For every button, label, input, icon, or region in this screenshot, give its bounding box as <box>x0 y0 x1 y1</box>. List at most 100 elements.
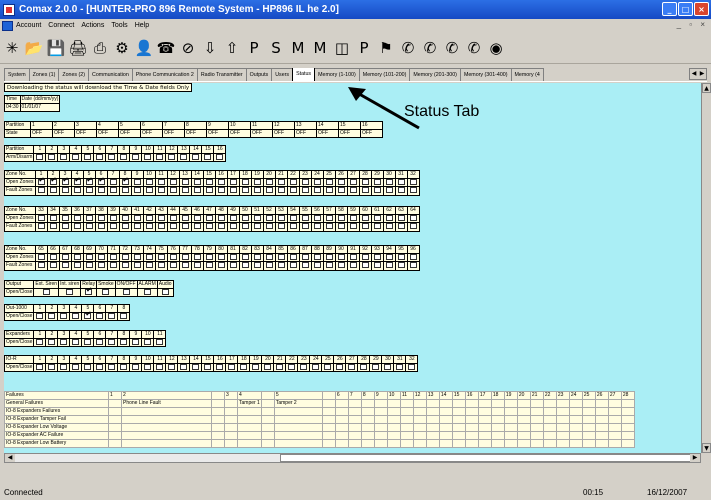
fault-zone-checkbox[interactable] <box>373 187 381 194</box>
fault-zone-checkbox[interactable] <box>385 187 393 194</box>
tab-system[interactable]: System <box>4 68 30 81</box>
new-icon[interactable]: ✳ <box>3 38 21 58</box>
io8-checkbox[interactable] <box>84 364 92 370</box>
fault-zone-checkbox[interactable] <box>49 187 57 194</box>
io8-checkbox[interactable] <box>276 364 284 370</box>
arm-disarm-checkbox[interactable] <box>48 154 56 160</box>
io8-checkbox[interactable] <box>384 364 392 370</box>
output-checkbox[interactable] <box>85 287 93 295</box>
fault-zone-checkbox[interactable] <box>61 187 69 194</box>
program-p-icon[interactable]: P <box>245 38 263 58</box>
io8-checkbox[interactable] <box>144 364 152 370</box>
arm-disarm-checkbox[interactable] <box>108 154 116 160</box>
open-zone-checkbox[interactable] <box>229 179 237 185</box>
expanders-checkbox[interactable] <box>108 339 116 345</box>
tab-zones-2-[interactable]: Zones (2) <box>58 68 90 81</box>
fault-zone-checkbox[interactable] <box>85 187 93 194</box>
open-zone-checkbox[interactable] <box>253 254 261 260</box>
fault-zone-checkbox[interactable] <box>157 223 165 230</box>
io8-checkbox[interactable] <box>312 364 320 370</box>
open-zone-checkbox[interactable] <box>205 215 213 221</box>
program-m-icon[interactable]: M <box>289 38 307 58</box>
fault-zone-checkbox[interactable] <box>301 223 309 230</box>
vertical-scrollbar[interactable]: ▲ ▼ <box>701 83 711 453</box>
open-zone-checkbox[interactable] <box>109 215 117 221</box>
tab-outputs[interactable]: Outputs <box>245 68 273 81</box>
menu-help[interactable]: Help <box>135 22 149 29</box>
open-zone-checkbox[interactable] <box>409 215 417 221</box>
fault-zone-checkbox[interactable] <box>109 223 117 230</box>
open-zone-checkbox[interactable] <box>181 179 189 185</box>
io8-checkbox[interactable] <box>168 364 176 370</box>
io8-checkbox[interactable] <box>408 364 416 370</box>
open-zone-checkbox[interactable] <box>277 215 285 221</box>
fault-zone-checkbox[interactable] <box>361 223 369 230</box>
expanders-checkbox[interactable] <box>48 339 56 345</box>
open-zone-checkbox[interactable] <box>193 179 201 185</box>
expanders-checkbox[interactable] <box>60 339 68 345</box>
fault-zone-checkbox[interactable] <box>385 223 393 230</box>
save-icon[interactable]: 💾 <box>47 38 66 58</box>
tab-users[interactable]: Users <box>271 68 294 81</box>
open-zone-checkbox[interactable] <box>361 215 369 221</box>
io8-checkbox[interactable] <box>180 364 188 370</box>
io8-checkbox[interactable] <box>108 364 116 370</box>
fault-zone-checkbox[interactable] <box>397 187 405 194</box>
open-zone-checkbox[interactable] <box>133 179 141 185</box>
open-zone-checkbox[interactable] <box>373 254 381 260</box>
open-zone-checkbox[interactable] <box>85 177 93 185</box>
open-zone-checkbox[interactable] <box>49 215 57 221</box>
open-zone-checkbox[interactable] <box>325 254 333 260</box>
fault-zone-checkbox[interactable] <box>289 187 297 194</box>
fault-zone-checkbox[interactable] <box>73 187 81 194</box>
open-zone-checkbox[interactable] <box>109 179 117 185</box>
arm-disarm-checkbox[interactable] <box>96 154 104 160</box>
mdi-controls[interactable]: _ ▫ × <box>677 20 708 29</box>
menu-tools[interactable]: Tools <box>111 22 127 29</box>
out1000-checkbox[interactable] <box>108 313 116 319</box>
tab-scroll[interactable]: ◀ ▶ <box>689 68 707 80</box>
phone-dial-3-icon[interactable]: ✆ <box>443 38 461 58</box>
open-zone-checkbox[interactable] <box>37 254 45 260</box>
io8-checkbox[interactable] <box>396 364 404 370</box>
io8-checkbox[interactable] <box>228 364 236 370</box>
fault-zone-checkbox[interactable] <box>241 262 249 269</box>
open-zone-checkbox[interactable] <box>289 254 297 260</box>
expanders-checkbox[interactable] <box>144 339 152 345</box>
open-zone-checkbox[interactable] <box>385 254 393 260</box>
out1000-checkbox[interactable] <box>36 313 44 319</box>
io8-checkbox[interactable] <box>372 364 380 370</box>
fault-zone-checkbox[interactable] <box>193 187 201 194</box>
fault-zone-checkbox[interactable] <box>253 187 261 194</box>
open-zone-checkbox[interactable] <box>385 179 393 185</box>
arm-disarm-checkbox[interactable] <box>84 154 92 160</box>
open-zone-checkbox[interactable] <box>217 179 225 185</box>
arm-disarm-checkbox[interactable] <box>60 154 68 160</box>
fault-zone-checkbox[interactable] <box>109 262 117 269</box>
fault-zone-checkbox[interactable] <box>133 187 141 194</box>
open-zone-checkbox[interactable] <box>145 179 153 185</box>
expanders-checkbox[interactable] <box>132 339 140 345</box>
scroll-right-icon[interactable]: ▶ <box>690 454 700 462</box>
open-zone-checkbox[interactable] <box>397 254 405 260</box>
arm-disarm-checkbox[interactable] <box>120 154 128 160</box>
expanders-checkbox[interactable] <box>120 339 128 345</box>
fault-zone-checkbox[interactable] <box>349 187 357 194</box>
open-zone-checkbox[interactable] <box>85 215 93 221</box>
open-zone-checkbox[interactable] <box>253 179 261 185</box>
io8-checkbox[interactable] <box>360 364 368 370</box>
fault-zone-checkbox[interactable] <box>373 262 381 269</box>
open-zone-checkbox[interactable] <box>97 215 105 221</box>
open-zone-checkbox[interactable] <box>49 177 57 185</box>
open-zone-checkbox[interactable] <box>37 177 45 185</box>
fault-zone-checkbox[interactable] <box>145 223 153 230</box>
fault-zone-checkbox[interactable] <box>145 187 153 194</box>
output-checkbox[interactable] <box>66 289 74 295</box>
fault-zone-checkbox[interactable] <box>397 262 405 269</box>
open-zone-checkbox[interactable] <box>229 254 237 260</box>
output-checkbox[interactable] <box>122 289 130 295</box>
arm-disarm-checkbox[interactable] <box>216 154 224 160</box>
open-zone-checkbox[interactable] <box>241 215 249 221</box>
fault-zone-checkbox[interactable] <box>277 187 285 194</box>
fault-zone-checkbox[interactable] <box>313 223 321 230</box>
